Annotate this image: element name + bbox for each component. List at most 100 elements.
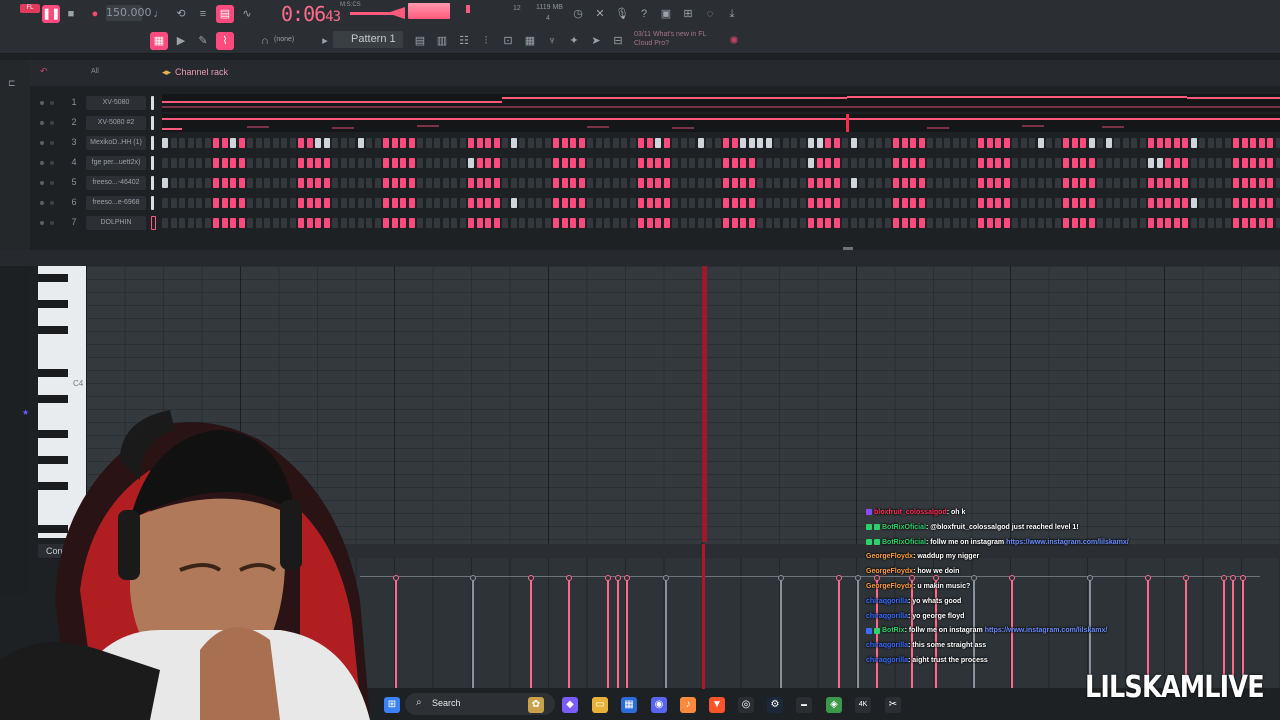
step-button[interactable] <box>425 138 432 148</box>
step-button[interactable] <box>162 158 168 168</box>
step-button[interactable] <box>621 138 627 148</box>
step-button[interactable] <box>1097 178 1103 188</box>
step-button[interactable] <box>1071 158 1078 168</box>
step-button[interactable] <box>459 198 466 208</box>
step-button[interactable] <box>1020 198 1027 208</box>
step-button[interactable] <box>1020 158 1027 168</box>
step-button[interactable] <box>255 138 262 148</box>
channel-name-button[interactable]: XV-5080 #2 <box>86 116 146 130</box>
play-pattern-icon[interactable]: ▶ <box>172 32 190 50</box>
step-button[interactable] <box>859 218 865 228</box>
step-button[interactable] <box>306 158 313 168</box>
step-button[interactable] <box>238 178 245 188</box>
step-button[interactable] <box>578 138 585 148</box>
velocity-stem[interactable] <box>615 575 621 688</box>
step-button[interactable] <box>196 218 202 228</box>
step-button[interactable] <box>502 138 508 148</box>
step-button[interactable] <box>1165 218 1171 228</box>
mixer-icon[interactable]: ⫶ <box>477 32 495 50</box>
step-button[interactable] <box>1012 158 1018 168</box>
step-button[interactable] <box>204 198 211 208</box>
magnet-icon[interactable]: ∩ <box>256 32 274 50</box>
step-button[interactable] <box>918 138 925 148</box>
step-button[interactable] <box>315 158 321 168</box>
step-button[interactable] <box>833 218 840 228</box>
step-button[interactable] <box>774 138 780 148</box>
step-button[interactable] <box>1275 178 1280 188</box>
step-button[interactable] <box>1173 158 1180 168</box>
step-button[interactable] <box>850 198 857 208</box>
step-button[interactable] <box>944 158 950 168</box>
step-button[interactable] <box>1012 198 1018 208</box>
step-button[interactable] <box>187 138 194 148</box>
velocity-stem[interactable] <box>624 575 630 688</box>
step-button[interactable] <box>1037 218 1044 228</box>
step-button[interactable] <box>1207 158 1214 168</box>
step-button[interactable] <box>1097 198 1103 208</box>
step-button[interactable] <box>238 138 245 148</box>
news-hint[interactable]: 03/11 What's new in FL Cloud Pro? <box>634 30 706 48</box>
step-button[interactable] <box>927 218 933 228</box>
step-button[interactable] <box>587 178 593 188</box>
step-button[interactable] <box>451 178 457 188</box>
step-button[interactable] <box>1148 158 1154 168</box>
step-button[interactable] <box>1216 178 1222 188</box>
step-button[interactable] <box>238 218 245 228</box>
step-button[interactable] <box>264 158 270 168</box>
step-button[interactable] <box>825 198 831 208</box>
step-button[interactable] <box>459 158 466 168</box>
velocity-stem[interactable] <box>778 575 784 688</box>
step-button[interactable] <box>1139 218 1146 228</box>
time-display[interactable]: 0:0643 <box>281 2 341 26</box>
step-button[interactable] <box>451 198 457 208</box>
step-button[interactable] <box>825 178 831 188</box>
step-button[interactable] <box>213 138 219 148</box>
step-button[interactable] <box>281 198 287 208</box>
channel-filter[interactable]: All <box>91 68 99 75</box>
step-button[interactable] <box>1020 178 1027 188</box>
step-button[interactable] <box>663 178 670 188</box>
channel-solo-led[interactable] <box>50 221 54 225</box>
step-button[interactable] <box>374 138 381 148</box>
step-button[interactable] <box>170 178 177 188</box>
step-button[interactable] <box>1105 158 1112 168</box>
step-button[interactable] <box>1029 158 1035 168</box>
channel-name-button[interactable]: fge per...uett2x) <box>86 156 146 170</box>
step-button[interactable] <box>1258 218 1265 228</box>
step-button[interactable] <box>1012 218 1018 228</box>
step-button[interactable] <box>791 138 797 148</box>
step-button[interactable] <box>1131 138 1137 148</box>
step-button[interactable] <box>859 138 865 148</box>
step-button[interactable] <box>1182 218 1188 228</box>
step-button[interactable] <box>1054 178 1061 188</box>
step-button[interactable] <box>1224 158 1231 168</box>
step-button[interactable] <box>680 178 687 188</box>
channel-solo-led[interactable] <box>50 101 54 105</box>
step-button[interactable] <box>366 218 372 228</box>
channel-mute-led[interactable] <box>40 201 44 205</box>
step-button[interactable] <box>383 218 389 228</box>
step-button[interactable] <box>272 198 279 208</box>
piano-roll-icon[interactable]: ▥ <box>433 32 451 50</box>
step-button[interactable] <box>1114 178 1120 188</box>
step-button[interactable] <box>808 198 814 208</box>
step-button[interactable] <box>417 198 423 208</box>
step-button[interactable] <box>221 138 228 148</box>
step-button[interactable] <box>638 178 644 188</box>
step-edit-icon[interactable]: ≡ <box>194 5 212 23</box>
step-button[interactable] <box>910 198 916 208</box>
step-button[interactable] <box>995 178 1001 188</box>
step-button[interactable] <box>170 198 177 208</box>
step-button[interactable] <box>944 218 950 228</box>
step-button[interactable] <box>179 138 185 148</box>
step-button[interactable] <box>1199 178 1205 188</box>
step-button[interactable] <box>578 218 585 228</box>
step-button[interactable] <box>536 218 542 228</box>
step-button[interactable] <box>740 198 746 208</box>
step-button[interactable] <box>604 138 610 148</box>
step-button[interactable] <box>595 158 602 168</box>
step-button[interactable] <box>765 138 772 148</box>
step-button[interactable] <box>357 158 364 168</box>
step-button[interactable] <box>306 198 313 208</box>
step-button[interactable] <box>629 178 636 188</box>
